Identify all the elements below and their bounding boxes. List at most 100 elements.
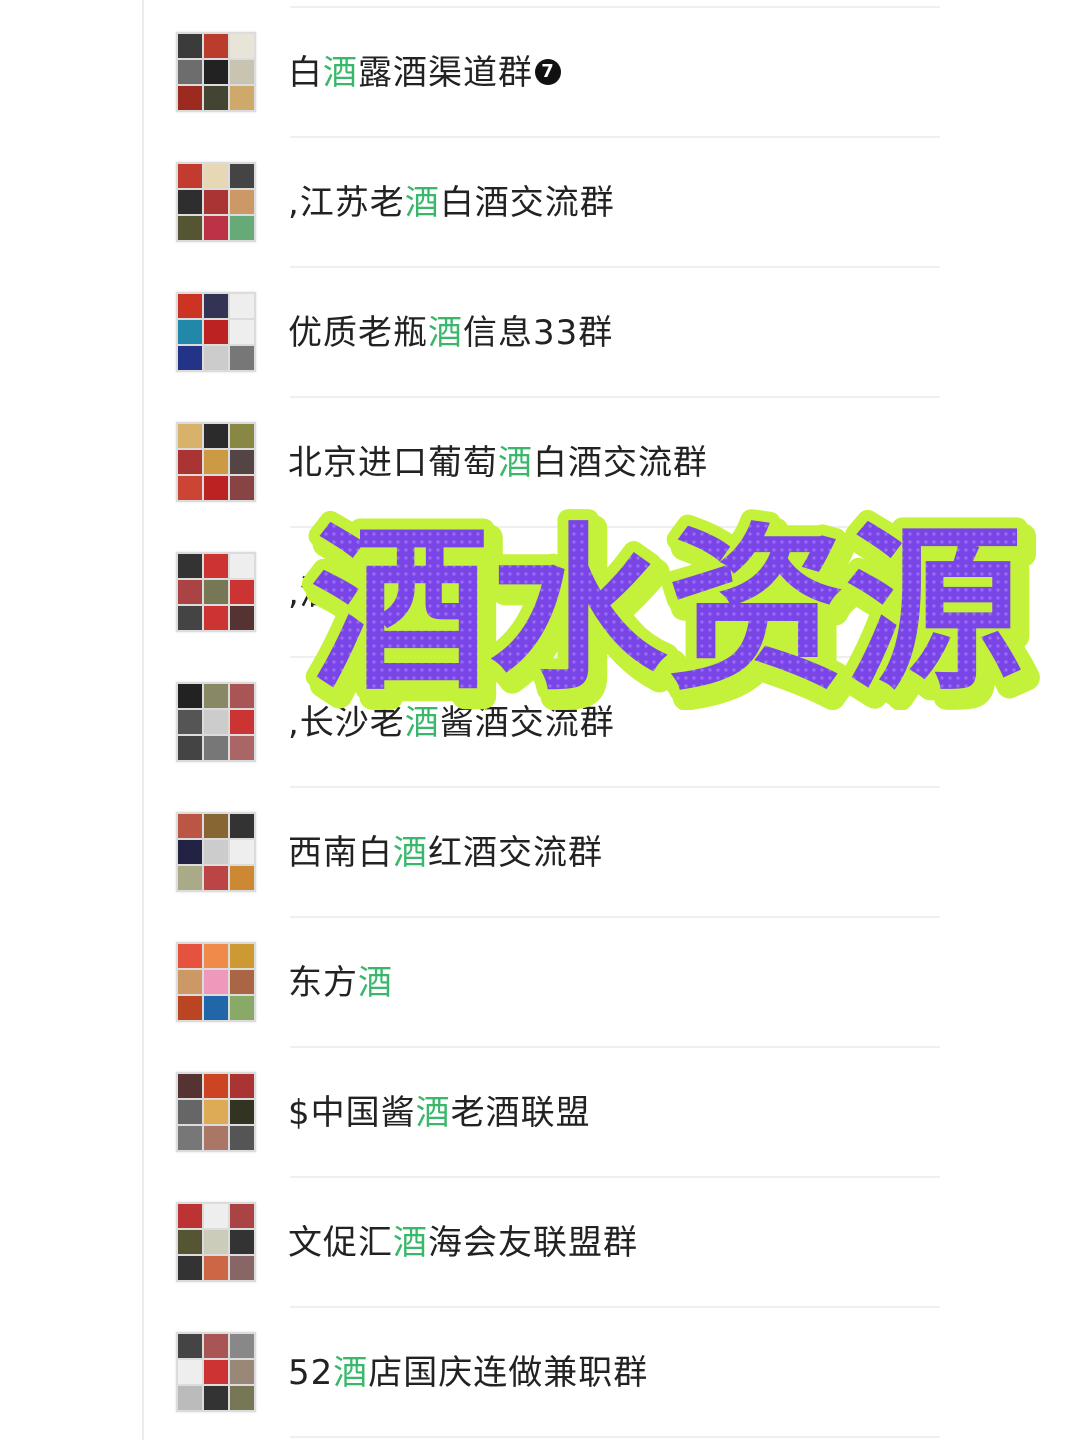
avatar-tile <box>178 424 202 448</box>
group-search-results-page: 白酒露酒渠道群 7 ,江苏老酒白酒交流群 优质老瓶酒信息33群 北京进口葡萄酒白酒交流群… <box>0 0 1080 1440</box>
avatar-tile <box>230 450 254 474</box>
avatar-tile <box>178 190 202 214</box>
avatar-tile <box>230 346 254 370</box>
avatar-tile <box>204 476 228 500</box>
group-name-suffix: 白酒交流群 <box>439 183 615 223</box>
group-list-item[interactable]: 优质老瓶酒信息33群 <box>0 268 1080 398</box>
avatar-tile <box>204 944 228 968</box>
search-keyword-highlight: 酒 <box>498 443 533 483</box>
avatar-tile <box>204 1126 228 1150</box>
avatar-tile <box>230 684 254 708</box>
avatar-tile <box>230 164 254 188</box>
group-name-suffix: 白酒交流群 <box>533 443 708 483</box>
avatar-tile <box>230 710 254 734</box>
avatar-tile <box>204 1334 228 1358</box>
count-badge: 7 <box>535 58 561 85</box>
group-name-prefix: 东方 <box>288 963 358 1003</box>
avatar-tile <box>230 814 254 838</box>
group-list: 白酒露酒渠道群 7 ,江苏老酒白酒交流群 优质老瓶酒信息33群 北京进口葡萄酒白酒交流群… <box>0 8 1080 1438</box>
avatar-tile <box>204 814 228 838</box>
group-name: 52酒店国庆连做兼职群 <box>288 1352 648 1394</box>
group-name-prefix: 西南白 <box>288 833 393 873</box>
avatar-tile <box>178 320 202 344</box>
avatar-tile <box>230 1360 254 1384</box>
group-name-prefix: ,江苏老 <box>288 183 405 223</box>
group-avatar <box>176 942 256 1022</box>
avatar-tile <box>230 1100 254 1124</box>
group-name: 白酒露酒渠道群 7 <box>288 52 561 94</box>
search-keyword-highlight: 酒 <box>415 1093 451 1133</box>
avatar-tile <box>204 580 228 604</box>
avatar-tile <box>178 970 202 994</box>
avatar-tile <box>178 164 202 188</box>
avatar-tile <box>178 1386 202 1410</box>
avatar-tile <box>230 216 254 240</box>
avatar-tile <box>178 86 202 110</box>
avatar-tile <box>204 1230 228 1254</box>
avatar-tile <box>230 580 254 604</box>
group-name: $中国酱酒老酒联盟 <box>288 1092 591 1134</box>
avatar-tile <box>204 970 228 994</box>
group-list-item[interactable]: $中国酱酒老酒联盟 <box>0 1048 1080 1178</box>
search-keyword-highlight: 酒 <box>393 833 428 873</box>
group-name-prefix: 北京进口葡萄 <box>288 443 498 483</box>
avatar-tile <box>204 1204 228 1228</box>
group-name-suffix: 老酒联盟 <box>450 1093 591 1133</box>
group-name-prefix: 优质老瓶 <box>288 313 428 353</box>
avatar-tile <box>230 736 254 760</box>
avatar-tile <box>204 34 228 58</box>
avatar-tile <box>178 866 202 890</box>
group-list-item[interactable]: 西南白酒红酒交流群 <box>0 788 1080 918</box>
avatar-tile <box>178 814 202 838</box>
avatar-tile <box>204 866 228 890</box>
avatar-tile <box>204 1100 228 1124</box>
avatar-tile <box>230 86 254 110</box>
avatar-tile <box>178 710 202 734</box>
group-name-suffix: 信息33群 <box>463 313 614 353</box>
group-name: 文促汇酒海会友联盟群 <box>288 1222 638 1264</box>
avatar-tile <box>178 580 202 604</box>
avatar-tile <box>178 554 202 578</box>
avatar-tile <box>178 216 202 240</box>
avatar-tile <box>178 996 202 1020</box>
avatar-tile <box>204 294 228 318</box>
avatar-tile <box>230 424 254 448</box>
avatar-tile <box>230 1386 254 1410</box>
group-list-item[interactable]: 白酒露酒渠道群 7 <box>0 8 1080 138</box>
avatar-tile <box>204 554 228 578</box>
group-list-item[interactable]: 东方酒 <box>0 918 1080 1048</box>
row-divider <box>290 1436 940 1438</box>
group-name-suffix: 露酒渠道群 <box>358 53 533 93</box>
avatar-tile <box>230 1204 254 1228</box>
avatar-tile <box>230 1230 254 1254</box>
group-list-item[interactable]: ,江苏老酒白酒交流群 <box>0 138 1080 268</box>
group-avatar <box>176 552 256 632</box>
avatar-tile <box>204 1360 228 1384</box>
group-avatar <box>176 812 256 892</box>
avatar-tile <box>230 1256 254 1280</box>
group-list-item[interactable]: 52酒店国庆连做兼职群 <box>0 1308 1080 1438</box>
avatar-tile <box>230 840 254 864</box>
avatar-tile <box>230 1126 254 1150</box>
group-name-suffix: 店国庆连做兼职群 <box>368 1353 649 1393</box>
group-name-prefix: 文促汇 <box>288 1223 393 1263</box>
avatar-tile <box>230 1334 254 1358</box>
avatar-tile <box>178 1360 202 1384</box>
avatar-tile <box>204 710 228 734</box>
avatar-tile <box>204 606 228 630</box>
avatar-tile <box>178 1100 202 1124</box>
avatar-tile <box>178 1074 202 1098</box>
avatar-tile <box>204 190 228 214</box>
avatar-tile <box>204 840 228 864</box>
avatar-tile <box>204 320 228 344</box>
avatar-tile <box>204 164 228 188</box>
avatar-tile <box>178 450 202 474</box>
group-list-item[interactable]: 文促汇酒海会友联盟群 <box>0 1178 1080 1308</box>
group-name-prefix: 白 <box>288 53 323 93</box>
group-name: 北京进口葡萄酒白酒交流群 <box>288 442 708 484</box>
group-avatar <box>176 682 256 762</box>
group-avatar <box>176 422 256 502</box>
group-name: ,江苏老酒白酒交流群 <box>288 182 615 224</box>
avatar-tile <box>230 294 254 318</box>
avatar-tile <box>178 60 202 84</box>
